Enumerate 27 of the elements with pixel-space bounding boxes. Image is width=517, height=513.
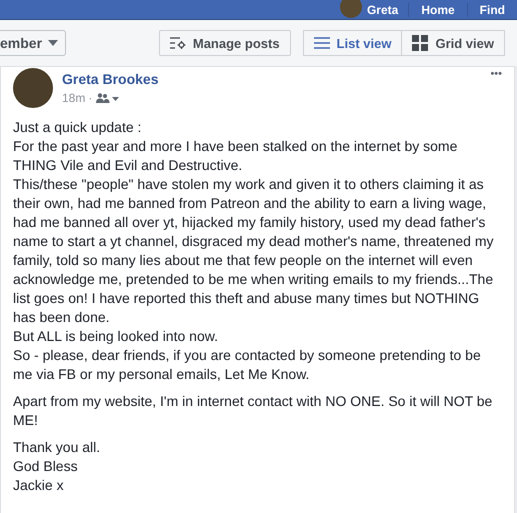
post-text: Just a quick update : — [13, 118, 142, 137]
separator-dot: · — [88, 91, 92, 105]
post-text: So - please, dear friends, if you are contacted by someone pretending to be me via FB or my personal emails, Let Me Know. — [13, 346, 482, 384]
post-text: But ALL is being looked into now. — [13, 327, 219, 346]
post-text: Thank you all. — [13, 438, 102, 457]
profile-link[interactable]: Greta — [366, 2, 398, 16]
caret-icon — [48, 40, 58, 46]
nav-link[interactable]: Home — [408, 2, 467, 16]
list-icon — [314, 37, 330, 49]
view-toggle[interactable]: Grid view — [402, 30, 505, 56]
view-toggle[interactable]: List view — [302, 30, 402, 56]
more-options-button[interactable]: ••• — [490, 68, 502, 80]
post-text: This/these "people" have stolen my work and given it to others claiming it as their own, had me banned from Patreon and the ability to earn a living wage, had me banned all over yt, hijacked my family history, used my dead father's name to start a yt channel, disgraced my dead mother's name, threatened my family, told so many lies about me that few people on the internet will even acknowledge me, pretended to be me when writing emails to my friends...The list goes on! I have reported this theft and abuse many times but NOTHING has been done. — [13, 175, 494, 327]
post-text: Jackie x — [13, 476, 65, 495]
nav-link[interactable]: Find — [466, 2, 517, 16]
post-text: God Bless — [13, 457, 79, 476]
author-name[interactable]: Greta Brookes — [62, 71, 482, 87]
post-text: Apart from my website, I'm in internet contact with NO ONE. So it will NOT be ME! — [13, 392, 494, 430]
settings-icon — [170, 37, 186, 49]
post-text: For the past year and more I have been stalked on the internet by some THING Vile and Evil and Destructive. — [13, 137, 458, 175]
avatar-image — [13, 68, 53, 108]
manage-posts-button[interactable]: Manage posts — [158, 30, 291, 56]
post-time[interactable]: 18m — [62, 91, 86, 105]
filter-dropdown[interactable]: ember — [0, 30, 66, 56]
friends-icon[interactable] — [95, 93, 120, 103]
grid-icon — [412, 35, 428, 51]
avatar-icon — [340, 0, 362, 18]
